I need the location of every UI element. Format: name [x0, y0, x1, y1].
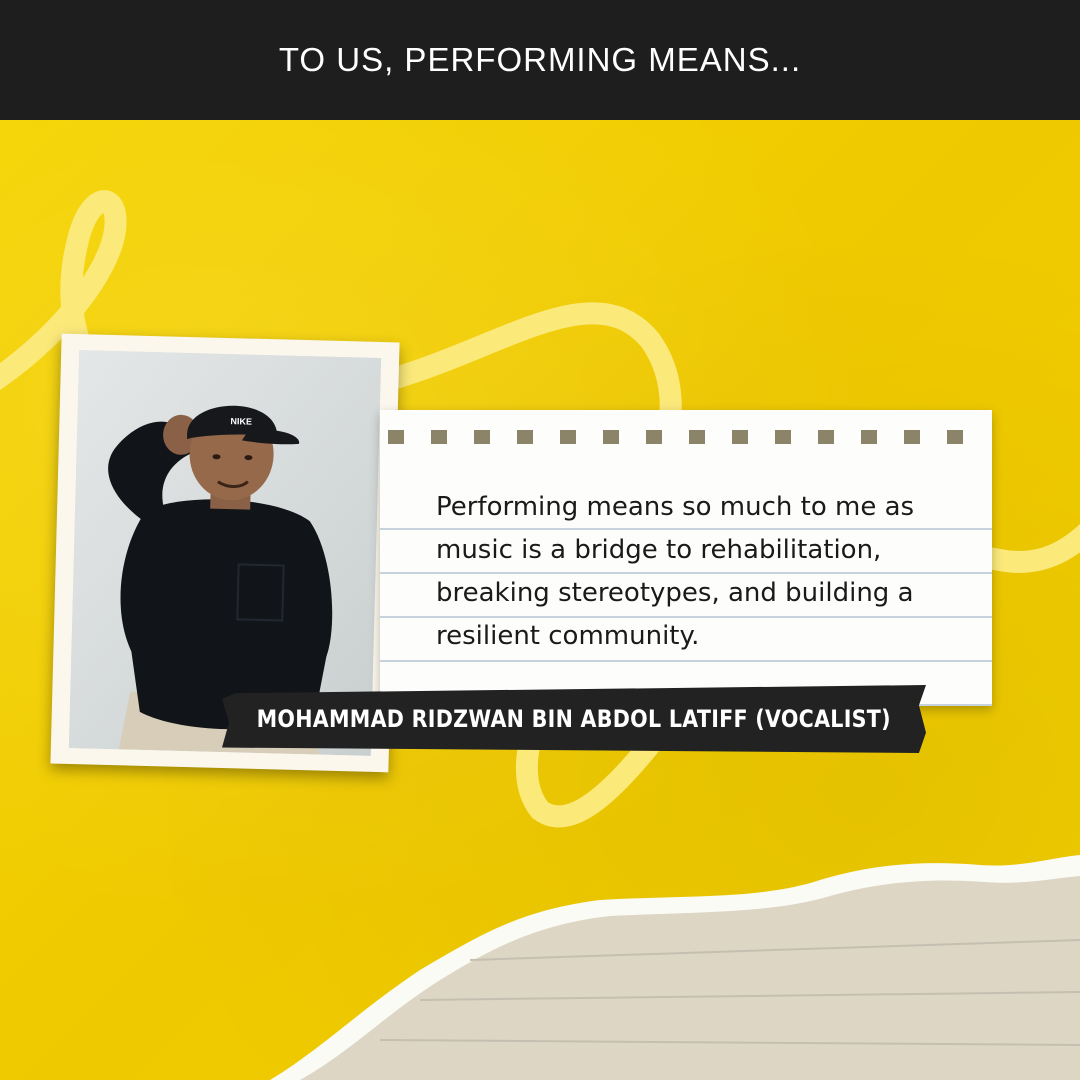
quote-notepad-card: Performing means so much to me as music …: [380, 410, 992, 706]
quote-text: Performing means so much to me as music …: [436, 492, 915, 651]
notepad-perforation: [388, 430, 963, 444]
cap-logo: NIKE: [230, 416, 252, 427]
header-title: TO US, PERFORMING MEANS...: [278, 41, 802, 78]
name-tape-label: MOHAMMAD RIDZWAN BIN ABDOL LATIFF (VOCAL…: [222, 685, 926, 753]
header-bar: TO US, PERFORMING MEANS...: [0, 0, 1080, 120]
torn-paper-strip: [270, 855, 1080, 1080]
performer-name: MOHAMMAD RIDZWAN BIN ABDOL LATIFF (VOCAL…: [256, 705, 892, 733]
